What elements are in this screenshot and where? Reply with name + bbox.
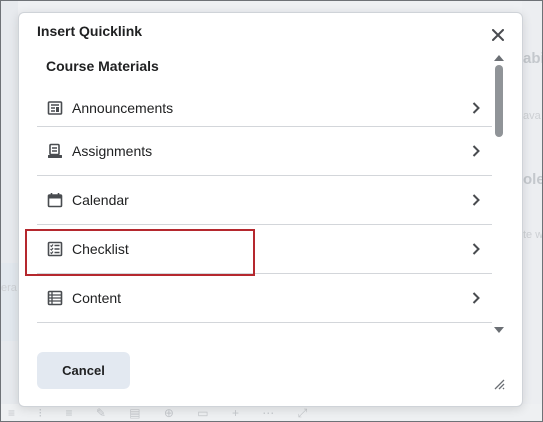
chevron-right-icon [470, 291, 482, 305]
chevron-right-icon [470, 242, 482, 256]
announcements-icon [46, 99, 64, 117]
content-icon [46, 289, 64, 307]
dialog-title: Insert Quicklink [37, 23, 143, 39]
list-item-content[interactable]: Content [37, 274, 492, 323]
background-text-2: te w [523, 229, 543, 241]
background-heading-2: ole [523, 171, 543, 188]
scroll-down-arrow-icon[interactable] [494, 327, 504, 333]
chevron-right-icon [470, 144, 482, 158]
cancel-button[interactable]: Cancel [37, 352, 130, 389]
scroll-up-arrow-icon[interactable] [494, 55, 504, 61]
background-left-text: era [1, 282, 17, 294]
list-item-label: Checklist [72, 241, 129, 257]
scrollbar[interactable] [492, 55, 506, 337]
section-title: Course Materials [46, 58, 159, 74]
background-heading-1: abi [523, 50, 543, 67]
list-item-label: Announcements [72, 99, 174, 116]
close-icon [492, 29, 504, 41]
list-item-calendar[interactable]: Calendar [37, 176, 492, 225]
chevron-right-icon [470, 101, 482, 115]
assignments-icon [46, 142, 64, 160]
background-band [0, 263, 18, 341]
list-item-checklist[interactable]: Checklist [37, 225, 492, 274]
chevron-right-icon [470, 193, 482, 207]
list-item-label: Calendar [72, 192, 129, 208]
background-left-panel [0, 0, 18, 422]
checklist-icon [46, 240, 64, 258]
calendar-icon [46, 191, 64, 209]
list-item-assignments[interactable]: Assignments [37, 127, 492, 176]
list-item-announcements[interactable]: Announcements [37, 89, 492, 127]
insert-quicklink-dialog: Insert Quicklink Course Materials Announ… [18, 12, 523, 407]
quicklink-list: Announcements Assignments Calendar Check… [37, 89, 492, 323]
list-item-label: Assignments [72, 143, 153, 159]
list-item-label: Content [72, 290, 122, 306]
scrollbar-thumb[interactable] [495, 65, 503, 137]
close-button[interactable] [488, 25, 508, 45]
resize-handle-icon[interactable] [493, 377, 505, 390]
background-text-1: ava [523, 110, 541, 122]
